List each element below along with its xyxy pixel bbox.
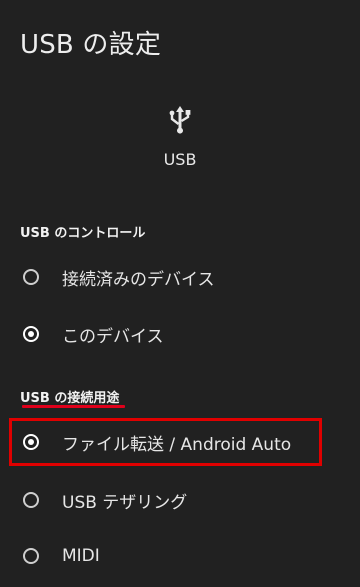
usb-hero: USB <box>0 104 360 169</box>
radio-unchecked-icon[interactable] <box>23 548 39 564</box>
option-connected-device[interactable]: 接続済みのデバイス <box>0 257 360 297</box>
section-header-usb-purpose: USB の接続用途 <box>20 391 120 406</box>
option-usb-tethering[interactable]: USB テザリング <box>0 480 360 520</box>
usb-icon <box>169 106 191 134</box>
section-header-usb-control: USB のコントロール <box>20 226 146 241</box>
option-label: ファイル転送 / Android Auto <box>62 434 292 455</box>
option-midi[interactable]: MIDI <box>0 536 360 576</box>
option-this-device[interactable]: このデバイス <box>0 314 360 354</box>
radio-unchecked-icon[interactable] <box>23 269 39 285</box>
page-title: USB の設定 <box>20 30 162 60</box>
annotation-underline <box>22 405 125 408</box>
radio-checked-icon[interactable] <box>23 326 39 342</box>
radio-checked-icon[interactable] <box>23 434 39 450</box>
radio-unchecked-icon[interactable] <box>23 492 39 508</box>
hero-label: USB <box>163 150 197 169</box>
option-label: USB テザリング <box>62 492 188 513</box>
option-label: MIDI <box>62 546 100 566</box>
option-label: このデバイス <box>62 326 164 347</box>
option-label: 接続済みのデバイス <box>62 269 215 290</box>
option-file-transfer[interactable]: ファイル転送 / Android Auto <box>0 422 360 462</box>
